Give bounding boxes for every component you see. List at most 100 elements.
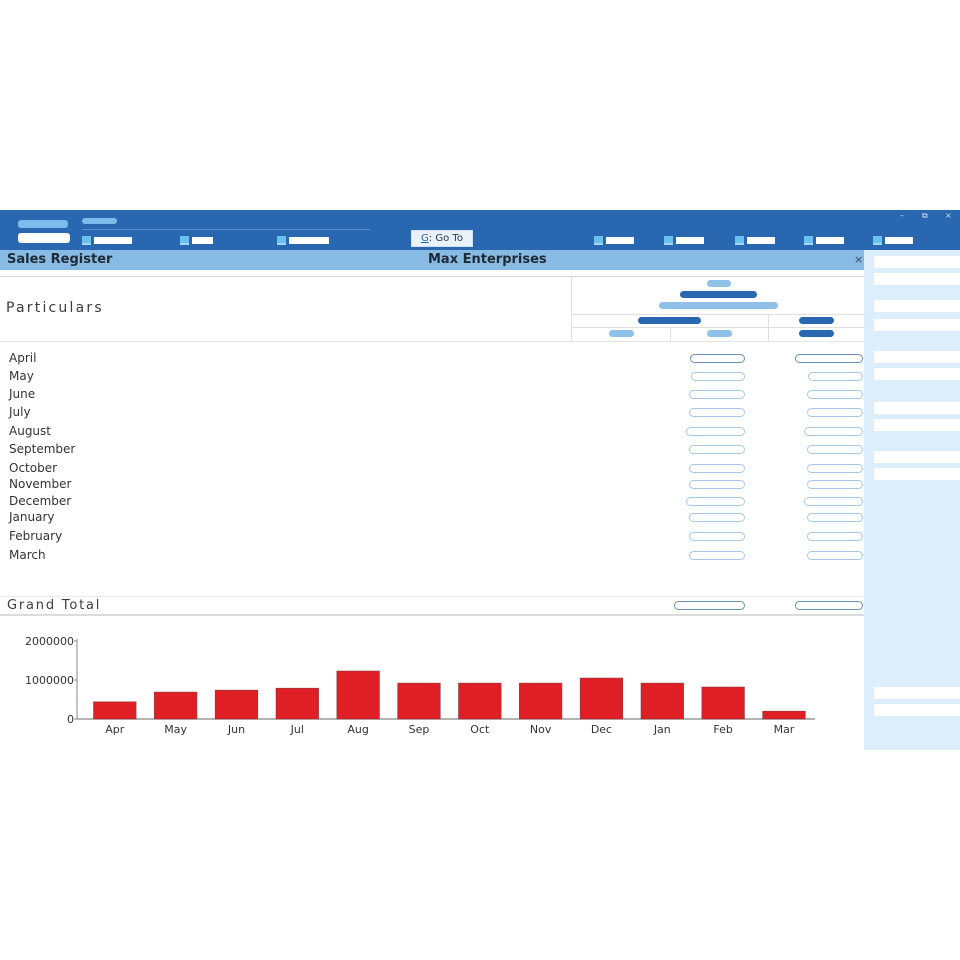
table-row[interactable]: November [0, 477, 864, 493]
menu-item-6[interactable] [735, 235, 775, 245]
header-divider [768, 314, 769, 342]
value-placeholder [691, 372, 745, 381]
value-placeholder [807, 408, 863, 417]
goto-shortcut-key: G [421, 233, 429, 244]
table-row[interactable]: January [0, 510, 864, 526]
column-header-placeholder [799, 317, 834, 324]
side-button-12[interactable] [874, 704, 960, 716]
menu-label-placeholder [192, 236, 213, 244]
goto-button[interactable]: G: Go To [411, 230, 473, 247]
bar-may [154, 691, 198, 720]
minimize-icon[interactable]: – [900, 211, 904, 220]
table-row[interactable]: October [0, 461, 864, 477]
x-tick-label: Sep [409, 723, 430, 736]
grand-total-value-placeholder [674, 601, 745, 610]
side-button-6[interactable] [874, 368, 960, 380]
monthly-sales-chart: 0 1000000 2000000 Apr May Jun Jul Aug Sep Oct Nov D… [0, 630, 864, 750]
menu-item-5[interactable] [664, 235, 704, 245]
menu-label-placeholder [747, 236, 775, 244]
table-row[interactable]: September [0, 442, 864, 458]
side-button-8[interactable] [874, 419, 960, 431]
menu-item-7[interactable] [804, 235, 844, 245]
menu-item-3[interactable] [277, 235, 329, 245]
y-tick-label: 1000000 [25, 674, 74, 687]
x-tick-label: Oct [470, 723, 490, 736]
top-menu-bar: G: Go To – ⧉ × [0, 210, 960, 250]
table-row[interactable]: August [0, 424, 864, 440]
table-row[interactable]: April [0, 351, 864, 367]
value-placeholder [689, 464, 745, 473]
value-placeholder [689, 480, 745, 489]
shortcut-key-icon [82, 235, 91, 245]
table-row[interactable]: March [0, 548, 864, 564]
side-button-11[interactable] [874, 687, 960, 699]
side-button-2[interactable] [874, 273, 960, 285]
x-tick-label: Dec [591, 723, 612, 736]
bar-oct [458, 682, 502, 720]
side-button-1[interactable] [874, 256, 960, 268]
shortcut-key-icon [180, 235, 189, 245]
table-row[interactable]: July [0, 405, 864, 421]
row-label: February [9, 529, 63, 543]
x-tick-label: Aug [347, 723, 368, 736]
value-placeholder [689, 551, 745, 560]
row-label: May [9, 369, 34, 383]
x-tick-label: Jan [653, 723, 671, 736]
y-tick-label: 2000000 [25, 635, 74, 648]
side-button-10[interactable] [874, 468, 960, 480]
side-button-5[interactable] [874, 351, 960, 363]
value-placeholder [807, 390, 863, 399]
value-placeholder [689, 513, 745, 522]
value-placeholder [795, 354, 863, 363]
grand-total-row[interactable]: Grand Total [0, 596, 864, 616]
shortcut-key-icon [735, 235, 744, 245]
company-button[interactable] [18, 233, 70, 243]
value-placeholder [804, 427, 863, 436]
bar-nov [519, 682, 563, 720]
header-divider [572, 314, 865, 315]
bar-jan [640, 682, 684, 720]
x-tick-label: Jun [227, 723, 245, 736]
right-button-panel [864, 250, 960, 750]
value-placeholder [804, 497, 863, 506]
x-tick-label: Mar [774, 723, 795, 736]
row-label: November [9, 477, 72, 491]
menu-item-2[interactable] [180, 235, 213, 245]
column-header-placeholder [707, 280, 731, 287]
restore-icon[interactable]: ⧉ [922, 211, 928, 221]
table-row[interactable]: June [0, 387, 864, 403]
side-button-3[interactable] [874, 300, 960, 312]
bar-feb [701, 686, 745, 720]
table-row[interactable]: May [0, 369, 864, 385]
particulars-heading: Particulars [6, 300, 104, 316]
menu-item-4[interactable] [594, 235, 634, 245]
row-label: July [9, 405, 31, 419]
row-label: June [9, 387, 36, 401]
value-placeholder [689, 408, 745, 417]
side-button-4[interactable] [874, 319, 960, 331]
row-label: October [9, 461, 58, 475]
close-window-icon[interactable]: × [945, 211, 952, 220]
row-label: January [9, 510, 55, 524]
report-header: Particulars [0, 276, 865, 342]
menu-label-placeholder [94, 236, 132, 244]
bar-sep [397, 682, 441, 720]
table-row[interactable]: December [0, 494, 864, 510]
side-button-7[interactable] [874, 402, 960, 414]
side-button-9[interactable] [874, 451, 960, 463]
menu-label-placeholder [816, 236, 844, 244]
shortcut-key-icon [804, 235, 813, 245]
report-title-bar: Sales Register Max Enterprises × [0, 250, 864, 270]
bar-apr [93, 701, 137, 720]
table-row[interactable]: February [0, 529, 864, 545]
column-header-placeholder [609, 330, 634, 337]
bar-jun [214, 689, 259, 720]
menu-item-1[interactable] [82, 235, 132, 245]
close-report-icon[interactable]: × [854, 253, 863, 266]
menu-item-8[interactable] [873, 235, 913, 245]
column-header-placeholder [707, 330, 732, 337]
value-placeholder [686, 427, 745, 436]
header-divider [572, 327, 865, 328]
shortcut-key-icon [277, 235, 286, 245]
x-tick-label: Feb [713, 723, 732, 736]
